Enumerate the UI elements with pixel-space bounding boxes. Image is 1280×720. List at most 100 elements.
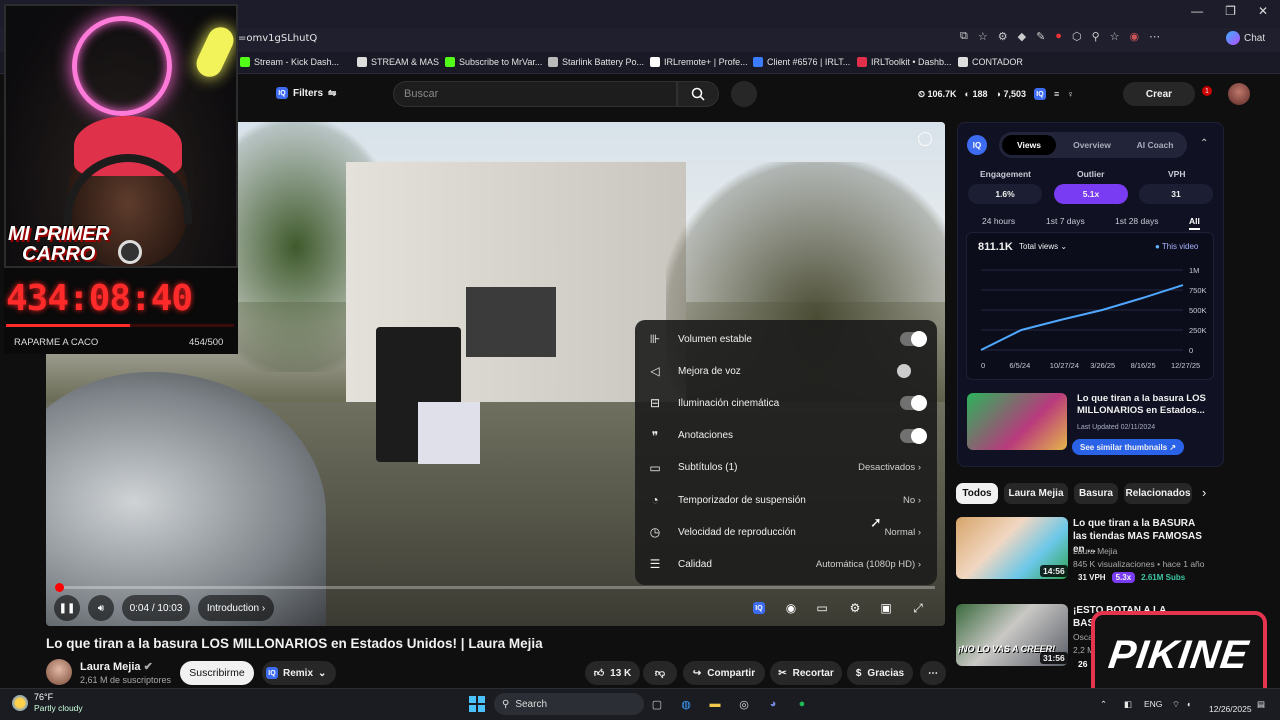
settings-row[interactable]: ◔ Temporizador de suspensión No › (635, 484, 937, 516)
autoplay-toggle-icon[interactable]: ◉ (782, 600, 800, 616)
chips-next-icon[interactable]: › (1202, 485, 1206, 500)
channel-avatar[interactable] (46, 659, 72, 685)
url-text[interactable]: =omv1gSLhutQ (238, 33, 317, 44)
fullscreen-icon[interactable]: ⤢ (909, 600, 927, 616)
channel-watermark[interactable] (918, 132, 932, 146)
subscribe-button[interactable]: Suscribirme (180, 661, 254, 685)
vidiq-video-thumbnail[interactable] (967, 393, 1067, 450)
dislike-button[interactable]: 👎︎ (643, 661, 677, 685)
settings-row[interactable]: ⊪ Volumen estable (635, 323, 937, 355)
taskbar-search[interactable]: ⚲ Search (494, 693, 644, 715)
vidiq-icon[interactable]: IQ (1034, 88, 1046, 100)
period-28d[interactable]: 1st 28 days (1115, 216, 1158, 226)
toggle-switch[interactable] (900, 395, 927, 412)
open-in-app-icon[interactable]: ⧉ (960, 30, 968, 43)
like-button[interactable]: 👍︎ 13 K (585, 661, 640, 685)
settings-row[interactable]: ◷ Velocidad de reproducción Normal › (635, 516, 937, 548)
obs-icon[interactable]: ◎ (735, 695, 753, 713)
chip-todos[interactable]: Todos (956, 483, 998, 504)
search-input[interactable]: Buscar (393, 81, 677, 107)
tray-app-icon[interactable]: ◧ (1124, 699, 1132, 710)
notifications-icon[interactable]: ▤ (1257, 699, 1265, 710)
extension-icon[interactable]: ✎ (1036, 30, 1045, 43)
extension-icon[interactable]: ◆ (1018, 30, 1026, 43)
bulb-icon[interactable]: ♀ (1067, 89, 1074, 99)
chip-relacionados[interactable]: Relacionados (1124, 483, 1192, 504)
filters-button[interactable]: IQ Filters ⇋ (276, 87, 336, 99)
pause-button[interactable]: ❚❚ (54, 595, 80, 621)
clock-date[interactable]: 12/26/2025 (1209, 704, 1252, 714)
period-24h[interactable]: 24 hours (982, 216, 1015, 226)
chip-basura[interactable]: Basura (1074, 483, 1118, 504)
settings-row[interactable]: ☰ Calidad Automática (1080p HD) › (635, 548, 937, 580)
task-view-icon[interactable]: ▢ (648, 695, 666, 713)
close-icon[interactable]: ✕ (1258, 4, 1268, 18)
clip-button[interactable]: ✂ Recortar (770, 661, 842, 685)
account-avatar[interactable] (1228, 83, 1250, 105)
bookmark-item[interactable]: STREAM & MAS (357, 57, 439, 67)
bookmark-item[interactable]: Stream - Kick Dash... (240, 57, 339, 67)
bookmark-item[interactable]: Client #6576 | IRLT... (753, 57, 850, 67)
bookmark-item[interactable]: Starlink Battery Po... (548, 57, 644, 67)
rec-channel[interactable]: Laura Mejia (1073, 546, 1117, 556)
favorites-icon[interactable]: ☆ (1110, 30, 1120, 43)
search-button[interactable] (677, 81, 719, 107)
minimize-icon[interactable]: — (1191, 4, 1203, 18)
extension-icon[interactable]: ⬡ (1072, 30, 1082, 43)
file-explorer-icon[interactable]: ▬ (706, 695, 724, 713)
bookmark-item[interactable]: IRLremote+ | Profe... (650, 57, 748, 67)
tab-ai-coach[interactable]: AI Coach (1126, 135, 1184, 155)
list-icon[interactable]: ≡ (1054, 89, 1059, 99)
extensions-puzzle-icon[interactable]: ⚲ (1092, 30, 1100, 43)
speaker-icon[interactable]: ◖ (1186, 699, 1191, 709)
vidiq-player-icon[interactable]: IQ (750, 600, 768, 616)
thanks-button[interactable]: $ Gracias (847, 661, 913, 685)
start-button[interactable] (469, 696, 485, 712)
period-7d[interactable]: 1st 7 days (1046, 216, 1085, 226)
chip-laura-mejia[interactable]: Laura Mejia (1004, 483, 1068, 504)
toggle-switch[interactable] (900, 331, 927, 347)
subtitles-icon[interactable]: ▭ (813, 600, 831, 616)
toggle-switch[interactable] (897, 364, 926, 379)
discord-icon[interactable]: ◕ (764, 695, 782, 713)
settings-gear-icon[interactable]: ⚙ (846, 600, 864, 616)
edge-icon[interactable]: ◍ (677, 695, 695, 713)
spotify-icon[interactable]: ● (793, 695, 811, 713)
theater-mode-icon[interactable]: ▣ (877, 600, 895, 616)
restore-icon[interactable]: ❐ (1225, 4, 1236, 18)
copilot-chat-button[interactable]: Chat (1226, 31, 1265, 45)
extension-icon[interactable]: ⚙ (998, 30, 1008, 43)
collapse-chevron-icon[interactable]: ⌃ (1200, 138, 1208, 149)
settings-row[interactable]: ❞ Anotaciones (635, 420, 937, 452)
similar-thumbnails-button[interactable]: See similar thumbnails ↗ (1072, 439, 1185, 455)
chapter-button[interactable]: Introduction › (198, 595, 274, 621)
voice-search-button[interactable] (731, 81, 757, 107)
settings-row[interactable]: ◁ Mejora de voz (635, 355, 937, 387)
tab-overview[interactable]: Overview (1062, 135, 1122, 155)
notification-badge[interactable]: 1 (1202, 86, 1212, 96)
channel-name[interactable]: Laura Mejia ✔ (80, 660, 153, 673)
share-button[interactable]: ↪ Compartir (683, 661, 765, 685)
tray-chevron-icon[interactable]: ⌃ (1100, 699, 1107, 710)
volume-button[interactable]: 🔊︎ (88, 595, 114, 621)
more-menu-icon[interactable]: ⋯ (1149, 30, 1160, 43)
more-actions-button[interactable]: ⋯ (920, 661, 946, 685)
toggle-switch[interactable] (900, 427, 927, 444)
scrubber-handle[interactable] (55, 583, 64, 592)
weather-widget[interactable]: 76°F Partly cloudy (12, 692, 83, 714)
network-icon[interactable]: ⌔ (1172, 699, 1180, 710)
bookmark-item[interactable]: IRLToolkit • Dashb... (857, 57, 952, 67)
profile-avatar-icon[interactable]: ◉ (1130, 30, 1140, 43)
extension-icon[interactable]: ● (1055, 30, 1062, 43)
remix-button[interactable]: IQ Remix ⌄ (262, 661, 337, 685)
bookmark-item[interactable]: Subscribe to MrVar... (445, 57, 542, 67)
progress-bar[interactable] (56, 586, 935, 589)
settings-row[interactable]: ▭ Subtítulos (1) Desactivados › (635, 452, 937, 484)
language-indicator[interactable]: ENG (1144, 699, 1162, 709)
period-all[interactable]: All (1189, 216, 1200, 230)
tab-views[interactable]: Views (1002, 135, 1056, 155)
bookmark-item[interactable]: CONTADOR (958, 57, 1023, 67)
settings-row[interactable]: ⊟ Iluminación cinemática (635, 387, 937, 419)
create-button[interactable]: Crear (1123, 82, 1195, 106)
favorite-star-icon[interactable]: ☆ (978, 30, 988, 43)
